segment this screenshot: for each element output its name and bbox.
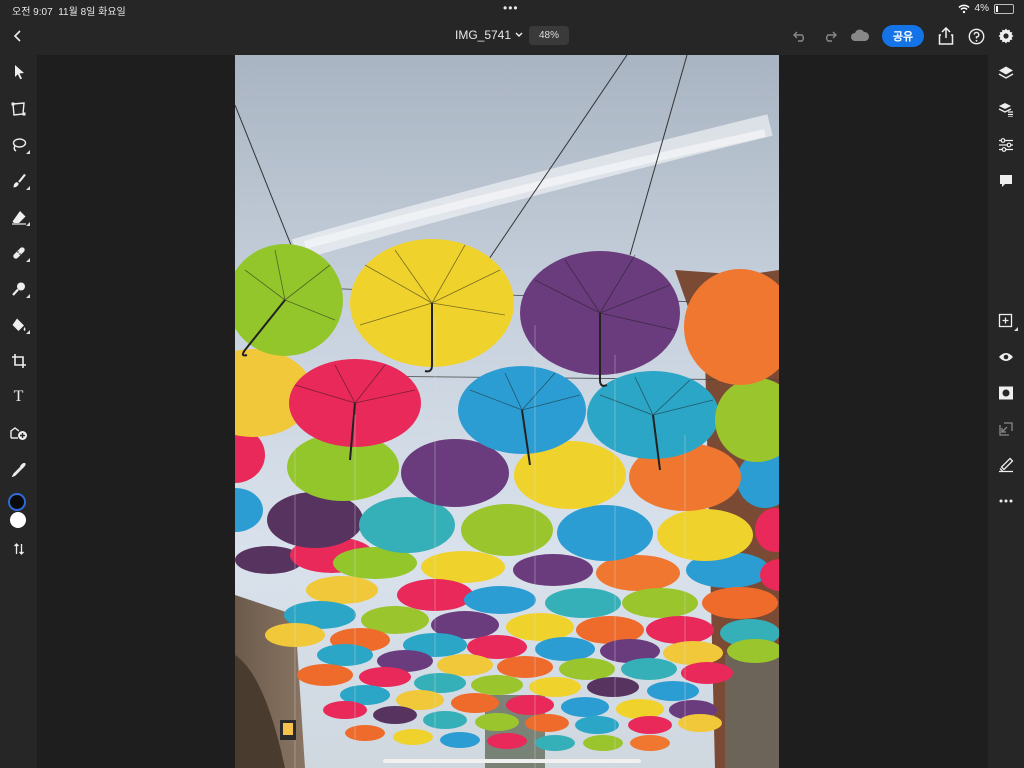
clip-icon[interactable] (988, 414, 1024, 444)
brush-icon[interactable] (0, 166, 37, 196)
eye-icon[interactable] (988, 342, 1024, 372)
status-date: 11월 8일 화요일 (58, 7, 126, 18)
photo-canvas[interactable] (235, 55, 779, 768)
swap-colors-icon[interactable] (0, 534, 37, 564)
bandage-icon[interactable] (0, 238, 37, 268)
umbrellas-photo (235, 55, 779, 768)
status-time-date: 오전 9:07 11월 8일 화요일 (12, 3, 126, 18)
background-color-swatch[interactable] (10, 512, 26, 528)
transform-icon[interactable] (0, 94, 37, 124)
add-layer-icon[interactable] (988, 306, 1024, 336)
comment-icon[interactable] (988, 166, 1024, 196)
redo-icon[interactable] (820, 26, 840, 46)
battery-icon (994, 3, 1014, 14)
sliders-icon[interactable] (988, 130, 1024, 160)
foreground-color-swatch[interactable] (8, 493, 26, 511)
back-chevron-icon[interactable] (8, 26, 28, 46)
undo-icon[interactable] (790, 26, 810, 46)
document-title-menu[interactable]: IMG_5741 (455, 28, 523, 42)
layers-icon[interactable] (988, 58, 1024, 88)
battery-percent: 4% (974, 3, 989, 14)
eyedropper-icon[interactable] (0, 454, 37, 484)
eraser-icon[interactable] (0, 202, 37, 232)
chevron-down-icon (515, 32, 523, 37)
add-image-icon[interactable] (0, 418, 37, 448)
share-button[interactable]: 공유 (882, 25, 924, 47)
home-indicator[interactable] (383, 759, 641, 763)
mask-icon[interactable] (988, 378, 1024, 408)
status-time: 오전 9:07 (12, 7, 53, 18)
settings-gear-icon[interactable] (996, 26, 1016, 46)
status-bar: 오전 9:07 11월 8일 화요일 ••• 4% (0, 0, 1024, 18)
wifi-icon (958, 4, 970, 13)
help-icon[interactable] (966, 26, 986, 46)
stamp-icon[interactable] (0, 274, 37, 304)
effects-icon[interactable] (988, 450, 1024, 480)
crop-icon[interactable] (0, 346, 37, 376)
top-bar: IMG_5741 48% 공유 (0, 18, 1024, 55)
left-toolbar: T (0, 55, 37, 768)
layer-properties-icon[interactable] (988, 94, 1024, 124)
cloud-icon[interactable] (848, 25, 872, 45)
arrow-pointer-icon[interactable] (0, 57, 37, 87)
lasso-icon[interactable] (0, 130, 37, 160)
more-icon[interactable] (988, 486, 1024, 516)
status-right: 4% (958, 3, 1014, 14)
multitasking-dots-icon[interactable]: ••• (503, 1, 519, 15)
type-icon[interactable]: T (0, 382, 37, 412)
zoom-level[interactable]: 48% (529, 26, 569, 45)
document-title: IMG_5741 (455, 28, 512, 42)
export-icon[interactable] (936, 25, 956, 47)
right-toolbar (988, 55, 1024, 768)
paint-bucket-icon[interactable] (0, 310, 37, 340)
